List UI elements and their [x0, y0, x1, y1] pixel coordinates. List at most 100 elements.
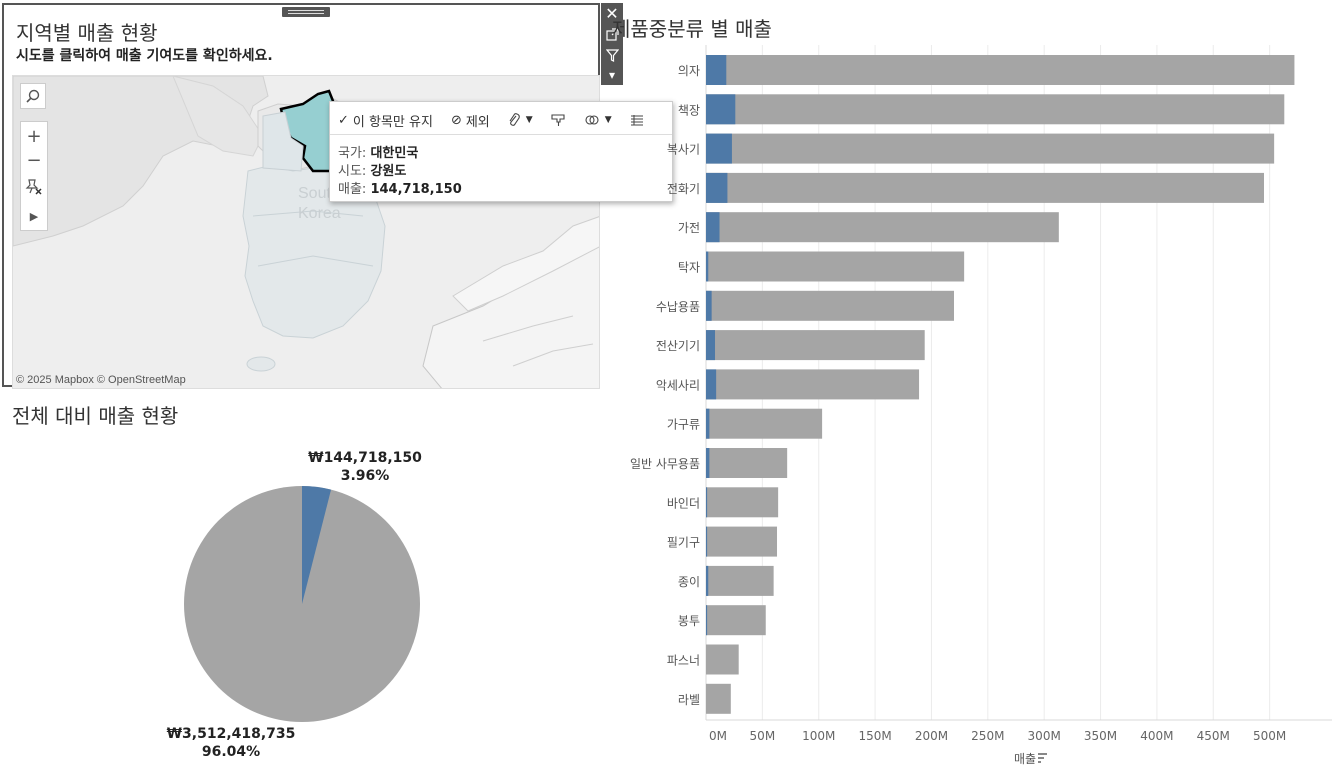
x-tick-label: 100M: [802, 729, 835, 743]
bar-total[interactable]: [706, 408, 823, 439]
bar-selected[interactable]: [706, 172, 728, 203]
bar-total[interactable]: [706, 212, 1059, 243]
bar-selected[interactable]: [706, 251, 709, 282]
category-label: 종이: [678, 575, 700, 589]
category-label: 가전: [678, 221, 700, 235]
category-label: 전화기: [667, 182, 700, 196]
exclude-label: 제외: [465, 114, 490, 130]
x-tick-label: 450M: [1197, 729, 1230, 743]
category-label: 의자: [678, 64, 700, 78]
pie-selected-amount: ₩144,718,150: [308, 450, 422, 466]
category-label: 전산기기: [656, 339, 700, 353]
bar-selected[interactable]: [706, 605, 708, 636]
x-tick-label: 350M: [1084, 729, 1117, 743]
bar-total[interactable]: [706, 172, 1264, 203]
exclude-button[interactable]: ⊘ 제외: [451, 111, 490, 130]
category-label: 가구류: [667, 418, 700, 432]
search-icon: [26, 89, 40, 103]
keep-only-button[interactable]: ✓ 이 항목만 유지: [338, 111, 433, 130]
map-subtitle: 시도를 클릭하여 매출 기여도를 확인하세요.: [16, 48, 273, 64]
pie-selected-pct: 3.96%: [340, 468, 390, 484]
bar-selected[interactable]: [706, 55, 727, 85]
category-label: 악세사리: [656, 378, 700, 392]
tooltip-region: 시도: 강원도: [338, 160, 406, 179]
bar-chart-title: 제품중분류 별 매출: [612, 17, 772, 41]
tooltip-country-label: 국가:: [338, 146, 367, 161]
x-axis-label: 매출: [1014, 752, 1036, 766]
expand-toolbar-button[interactable]: ▶: [21, 204, 47, 228]
bar-selected[interactable]: [706, 565, 709, 596]
check-icon: ✓: [338, 112, 349, 128]
bar-chart: 의자책장복사기전화기가전탁자수납용품전산기기악세사리가구류일반 사무용품바인더필…: [630, 45, 1332, 766]
tooltip-country-value: 대한민국: [370, 146, 419, 161]
category-label: 바인더: [667, 496, 700, 510]
paperclip-icon: [509, 113, 520, 126]
pie-rest-label: ₩3,512,418,735 96.04%: [166, 725, 296, 761]
bar-selected[interactable]: [706, 330, 716, 361]
x-tick-label: 500M: [1253, 729, 1286, 743]
x-tick-label: 200M: [915, 729, 948, 743]
bar-total[interactable]: [706, 330, 925, 361]
pie-rest-pct: 96.04%: [201, 744, 261, 760]
pie-selected-label: ₩144,718,150 3.96%: [300, 449, 430, 485]
bar-selected[interactable]: [706, 487, 708, 518]
x-tick-label: 400M: [1140, 729, 1173, 743]
pin-icon: [25, 179, 42, 195]
tooltip-sales-label: 매출:: [338, 182, 367, 197]
pie-rest-amount: ₩3,512,418,735: [166, 726, 296, 742]
country-label-korea: Korea: [298, 205, 341, 222]
category-label: 라벨: [678, 693, 700, 707]
bar-selected[interactable]: [706, 212, 720, 243]
x-tick-label: 150M: [858, 729, 891, 743]
tooltip-country: 국가: 대한민국: [338, 142, 418, 161]
map-zoom-controls: + − ▶: [20, 121, 48, 231]
pin-button[interactable]: [21, 174, 47, 198]
set-button[interactable]: ▼: [585, 113, 612, 127]
bar-total[interactable]: [706, 605, 766, 636]
bar-total[interactable]: [706, 487, 779, 518]
bar-total[interactable]: [706, 369, 920, 400]
chevron-down-icon: ▼: [525, 115, 533, 125]
bar-total[interactable]: [706, 55, 1295, 85]
zoom-out-button[interactable]: −: [21, 148, 47, 172]
category-label: 봉투: [678, 614, 700, 628]
bar-total[interactable]: [706, 565, 774, 596]
tooltip-actions: ✓ 이 항목만 유지 ⊘ 제외 ▼ ▼: [338, 110, 644, 130]
tooltip-region-label: 시도:: [338, 164, 367, 179]
bar-selected[interactable]: [706, 369, 717, 400]
x-tick-label: 50M: [750, 729, 776, 743]
bar-total[interactable]: [706, 290, 954, 321]
category-label: 수납용품: [656, 300, 700, 314]
bar-total[interactable]: [706, 448, 788, 478]
bar-selected[interactable]: [706, 448, 710, 478]
bar-total[interactable]: [706, 251, 965, 282]
zoom-in-button[interactable]: +: [21, 124, 47, 148]
group-button[interactable]: ▼: [508, 113, 533, 127]
category-label: 책장: [678, 102, 700, 117]
tooltip-sales-value: 144,718,150: [370, 182, 462, 197]
highlight-button[interactable]: [551, 113, 567, 127]
category-label: 필기구: [667, 536, 700, 550]
bar-total[interactable]: [706, 94, 1285, 125]
sort-icon[interactable]: [1038, 753, 1047, 763]
bar-total[interactable]: [706, 133, 1275, 164]
bar-total[interactable]: [706, 644, 739, 675]
x-tick-label: 250M: [971, 729, 1004, 743]
bar-selected[interactable]: [706, 133, 732, 164]
drag-handle[interactable]: [282, 7, 330, 17]
x-tick-label: 300M: [1028, 729, 1061, 743]
map-attribution[interactable]: © 2025 Mapbox © OpenStreetMap: [16, 374, 186, 386]
tooltip-sales: 매출: 144,718,150: [338, 178, 462, 197]
bar-total[interactable]: [706, 683, 731, 714]
bar-selected[interactable]: [706, 94, 736, 125]
tooltip-region-value: 강원도: [370, 164, 407, 179]
bar-selected[interactable]: [706, 290, 712, 321]
map-search-button[interactable]: [20, 83, 46, 109]
bar-selected[interactable]: [706, 526, 708, 557]
bar-total[interactable]: [706, 526, 778, 557]
keep-only-label: 이 항목만 유지: [352, 114, 433, 130]
bar-selected[interactable]: [706, 408, 710, 439]
set-icon: [585, 115, 599, 125]
highlighter-icon: [551, 114, 565, 126]
x-tick-label: 0M: [709, 729, 727, 743]
